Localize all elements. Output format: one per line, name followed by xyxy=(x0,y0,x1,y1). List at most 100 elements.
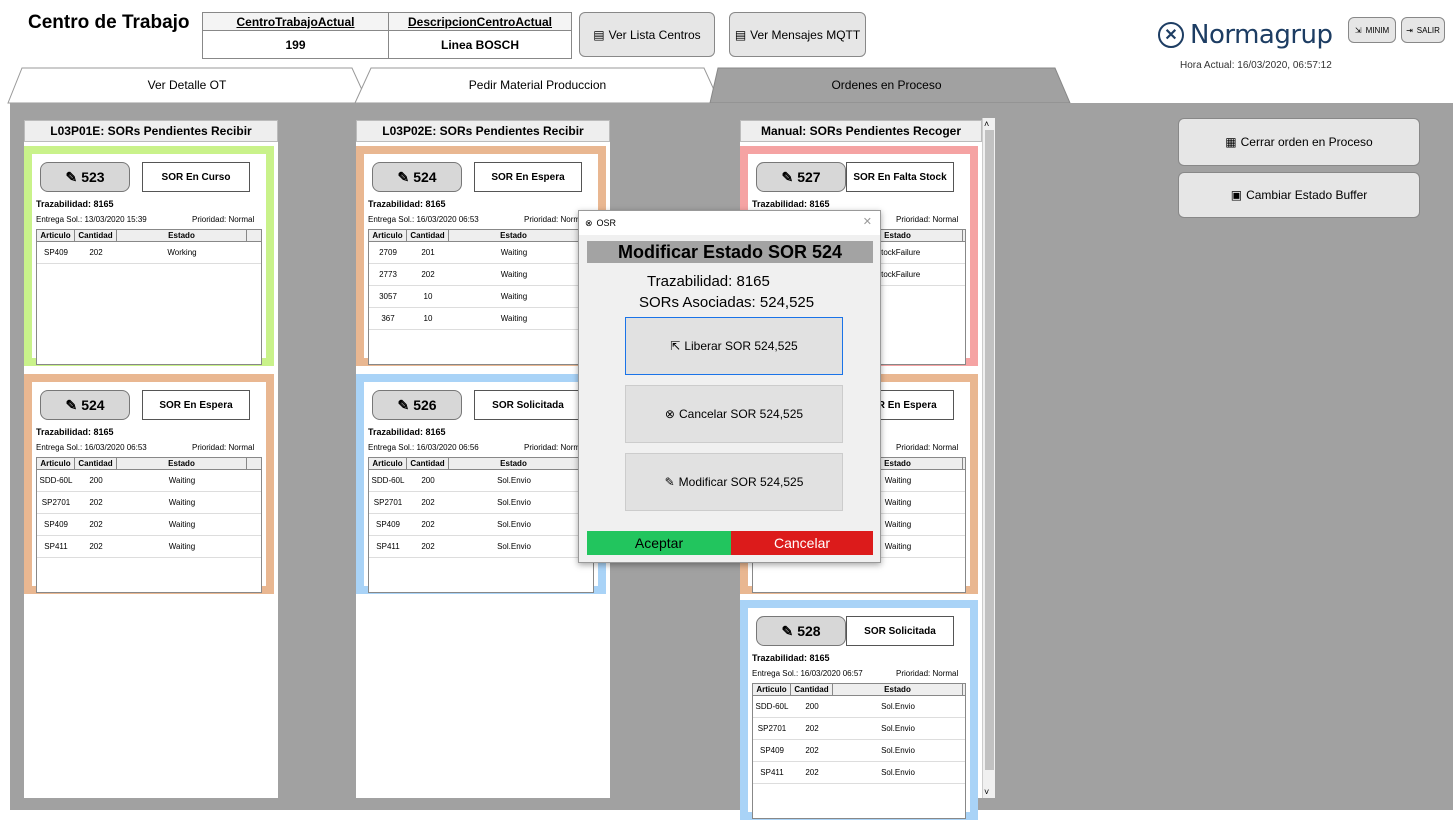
table-cell: Sol.Envio xyxy=(497,542,531,551)
edit-icon: ✎ xyxy=(781,622,794,639)
status-badge: SOR Solicitada xyxy=(846,616,954,646)
salir-button[interactable]: ⇥ SALIR xyxy=(1401,17,1445,43)
modificar-sor-button[interactable]: ✎ Modificar SOR 524,525 xyxy=(625,453,843,511)
cancelar-sor-button[interactable]: ⊗ Cancelar SOR 524,525 xyxy=(625,385,843,443)
table-cell: 10 xyxy=(423,314,433,323)
value-descripcion: Linea BOSCH xyxy=(440,38,519,52)
cerrar-orden-button[interactable]: ▦ Cerrar orden en Proceso xyxy=(1178,118,1420,166)
table-header: ArticuloCantidadEstado xyxy=(369,230,593,242)
table-header: ArticuloCantidadEstado xyxy=(37,230,261,242)
tab-pedir-material[interactable]: Pedir Material Produccion xyxy=(371,68,704,102)
centro-table: CentroTrabajoActual 199 DescripcionCentro… xyxy=(202,12,572,59)
edit-icon: ✎ xyxy=(397,168,410,185)
export-icon: ⇱ xyxy=(670,339,681,353)
prioridad: Prioridad: Normal xyxy=(896,443,959,452)
table-cell: 202 xyxy=(89,248,103,257)
card-body: ✎ 528 SOR Solicitada Trazabilidad: 8165 Entr… xyxy=(748,608,970,819)
edit-icon: ✎ xyxy=(664,475,675,489)
table-row[interactable]: SP411 202 Sol.Envio xyxy=(753,762,965,784)
liberar-sor-button[interactable]: ⇱ Liberar SOR 524,525 xyxy=(625,317,843,375)
sor-number-button[interactable]: ✎ 524 xyxy=(40,390,130,420)
entrega-sol: Entrega Sol.: 16/03/2020 06:53 xyxy=(36,443,147,452)
table-row[interactable]: SP409 202 Working xyxy=(37,242,261,264)
table-cell: 202 xyxy=(89,542,103,551)
table-cell: 201 xyxy=(421,248,435,257)
sor-number-button[interactable]: ✎ 527 xyxy=(756,162,846,192)
box-icon: ▣ xyxy=(1230,188,1243,202)
table-cell: SP409 xyxy=(43,520,69,529)
trazabilidad: Trazabilidad: 8165 xyxy=(36,427,114,437)
table-row[interactable]: SP411 202 Sol.Envio xyxy=(369,536,593,558)
table-cell: 202 xyxy=(805,768,819,777)
scroll-down-icon[interactable]: ˅ xyxy=(984,787,989,797)
sor-number-button[interactable]: ✎ 523 xyxy=(40,162,130,192)
table-cell: 200 xyxy=(421,476,435,485)
panel-title: Manual: SORs Pendientes Recoger xyxy=(740,120,982,142)
sor-panel: L03P02E: SORs Pendientes Recibir ✎ 524 SOR … xyxy=(356,120,610,798)
trazabilidad: Trazabilidad: 8165 xyxy=(752,653,830,663)
sor-number-button[interactable]: ✎ 528 xyxy=(756,616,846,646)
scroll-thumb[interactable] xyxy=(985,130,994,770)
table-cell: SP409 xyxy=(43,248,69,257)
tab-ver-detalle-ot[interactable]: Ver Detalle OT xyxy=(22,68,352,102)
table-cell: Waiting xyxy=(500,292,528,301)
table-cell: SP2701 xyxy=(757,724,787,733)
panel-scrollbar[interactable]: ˄ ˅ xyxy=(982,118,995,798)
minim-button[interactable]: ⇲ MINIM xyxy=(1348,17,1396,43)
scroll-up-icon[interactable]: ˄ xyxy=(984,119,989,129)
dialog-sors-asociadas: SORs Asociadas: 524,525 xyxy=(639,294,815,311)
aceptar-button[interactable]: Aceptar xyxy=(587,531,731,555)
sor-card: ✎ 524 SOR En Espera Trazabilidad: 8165 Entre… xyxy=(356,146,606,366)
table-row[interactable]: SP2701 202 Waiting xyxy=(37,492,261,514)
table-cell: SDD-60L xyxy=(755,702,789,711)
table-row[interactable]: SP409 202 Waiting xyxy=(37,514,261,536)
table-row[interactable]: 367 10 Waiting xyxy=(369,308,593,330)
card-body: ✎ 523 SOR En Curso Trazabilidad: 8165 Entreg… xyxy=(32,154,266,365)
dialog-trazabilidad: Trazabilidad: 8165 xyxy=(647,273,770,290)
card-body: ✎ 524 SOR En Espera Trazabilidad: 8165 Entre… xyxy=(32,382,266,593)
table-row[interactable]: 3057 10 Waiting xyxy=(369,286,593,308)
table-row[interactable]: SP409 202 Sol.Envio xyxy=(753,740,965,762)
sor-number-button[interactable]: ✎ 526 xyxy=(372,390,462,420)
table-row[interactable]: SP409 202 Sol.Envio xyxy=(369,514,593,536)
status-badge: SOR En Espera xyxy=(474,162,582,192)
ver-mensajes-mqtt-button[interactable]: ▤ Ver Mensajes MQTT xyxy=(729,12,866,57)
table-cell: 200 xyxy=(805,702,819,711)
table-row[interactable]: SDD-60L 200 Sol.Envio xyxy=(369,470,593,492)
tab-ordenes-proceso[interactable]: Ordenes en Proceso xyxy=(718,68,1055,102)
sor-number-button[interactable]: ✎ 524 xyxy=(372,162,462,192)
table-row[interactable]: SP411 202 Waiting xyxy=(37,536,261,558)
close-icon[interactable]: ✕ xyxy=(863,215,872,228)
modificar-estado-dialog: ⊗ OSR ✕ Modificar Estado SOR 524 Trazabil… xyxy=(578,210,881,563)
table-cell: Waiting xyxy=(500,314,528,323)
table-row[interactable]: SDD-60L 200 Waiting xyxy=(37,470,261,492)
table-row[interactable]: SDD-60L 200 Sol.Envio xyxy=(753,696,965,718)
card-body: ✎ 524 SOR En Espera Trazabilidad: 8165 Entre… xyxy=(364,154,598,365)
table-cell: Sol.Envio xyxy=(881,702,915,711)
table-row[interactable]: 2773 202 Waiting xyxy=(369,264,593,286)
cambiar-estado-buffer-button[interactable]: ▣ Cambiar Estado Buffer xyxy=(1178,172,1420,218)
edit-icon: ✎ xyxy=(65,396,78,413)
table-row[interactable]: 2709 201 Waiting xyxy=(369,242,593,264)
articulos-table: Articulo Cantidad Estado SDD-60L 200 Sol.Envi… xyxy=(368,457,594,593)
table-cell: Sol.Envio xyxy=(497,476,531,485)
header-centro: CentroTrabajoActual xyxy=(203,13,388,31)
articulos-table: Articulo Cantidad Estado SP409 202 Working xyxy=(36,229,262,365)
status-badge: SOR Solicitada xyxy=(474,390,582,420)
ver-lista-centros-button[interactable]: ▤ Ver Lista Centros xyxy=(579,12,715,57)
trazabilidad: Trazabilidad: 8165 xyxy=(36,199,114,209)
sor-panel: L03P01E: SORs Pendientes Recibir ✎ 523 SOR … xyxy=(24,120,278,798)
card-body: ✎ 526 SOR Solicitada Trazabilidad: 8165 Entr… xyxy=(364,382,598,593)
status-badge: SOR En Espera xyxy=(142,390,250,420)
table-cell: 202 xyxy=(421,542,435,551)
table-cell: Waiting xyxy=(168,520,196,529)
trazabilidad: Trazabilidad: 8165 xyxy=(368,427,446,437)
calculator-icon: ▦ xyxy=(1225,135,1237,149)
table-row[interactable]: SP2701 202 Sol.Envio xyxy=(369,492,593,514)
table-cell: Sol.Envio xyxy=(497,498,531,507)
table-row[interactable]: SP2701 202 Sol.Envio xyxy=(753,718,965,740)
table-cell: Sol.Envio xyxy=(881,768,915,777)
table-cell: Sol.Envio xyxy=(881,724,915,733)
cancelar-button[interactable]: Cancelar xyxy=(731,531,873,555)
articulos-table: Articulo Cantidad Estado 2709 201 Waiting 2773… xyxy=(368,229,594,365)
